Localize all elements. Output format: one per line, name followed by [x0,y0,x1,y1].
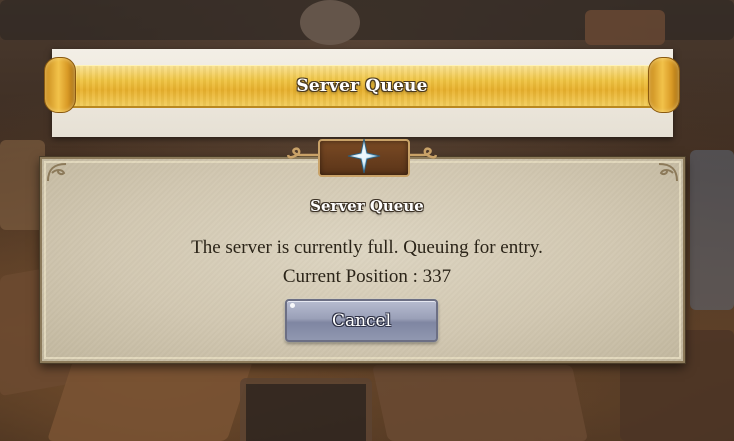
scroll-curl-icon [287,147,321,159]
title-ribbon: Server Queue [44,57,680,113]
queue-status-message: The server is currently full. Queuing fo… [191,237,543,258]
dialog-title: Server Queue [310,197,424,215]
corner-flourish-icon [658,163,678,182]
background-shape [371,365,589,441]
cancel-button[interactable]: Cancel [285,299,438,342]
button-highlight [290,303,295,308]
queue-position-text: Current Position : 337 [282,266,452,287]
compass-star-icon [347,138,381,174]
dialog-emblem [287,137,437,177]
background-shape [0,140,45,230]
cancel-button-label: Cancel [331,311,392,331]
background-shape [300,0,360,45]
background-shape [240,378,372,441]
page-title: Server Queue [296,76,428,96]
background-shape [46,360,254,441]
background-shape [585,10,665,45]
corner-flourish-icon [47,163,67,182]
